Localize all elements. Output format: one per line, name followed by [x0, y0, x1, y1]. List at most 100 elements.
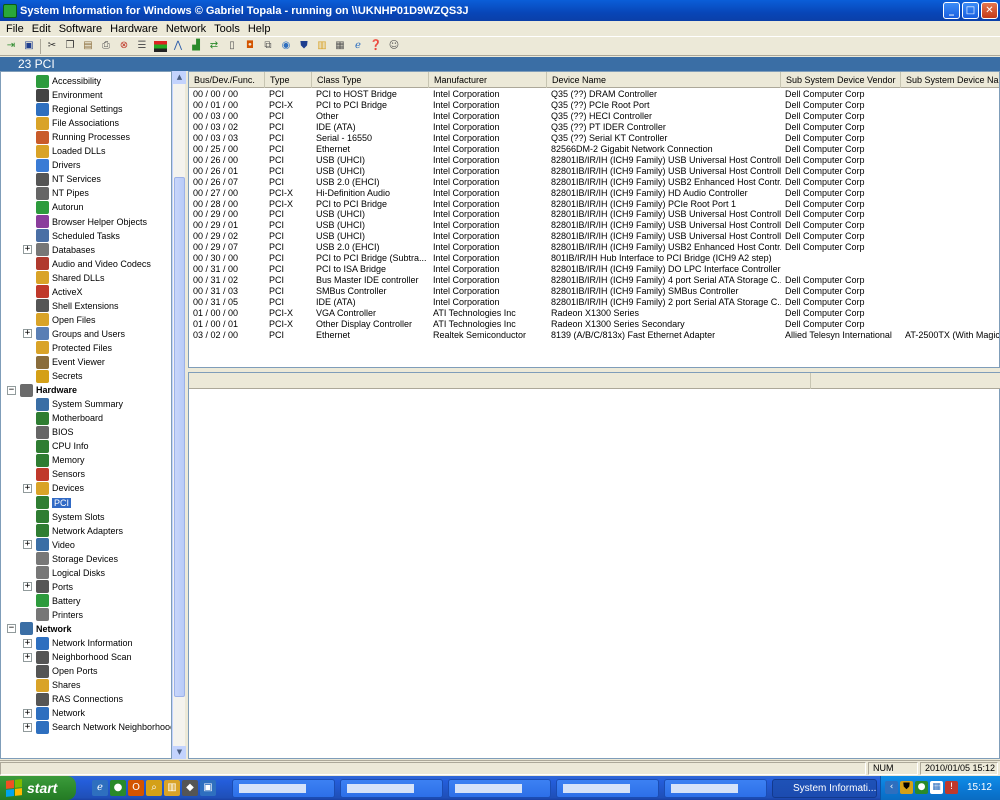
paste-icon[interactable]: ▤ [81, 39, 96, 54]
expand-icon[interactable]: + [23, 652, 32, 662]
tree-item-secrets[interactable]: Secrets [23, 369, 83, 383]
tree-item-logical-disks[interactable]: Logical Disks [23, 566, 105, 580]
help-icon[interactable]: ❓ [369, 39, 384, 54]
shield-icon[interactable]: ⛊ [297, 39, 312, 54]
detail-column-header[interactable] [189, 373, 811, 389]
tree-item-hardware[interactable]: − Hardware [7, 383, 77, 397]
tree-item-accessibility[interactable]: Accessibility [23, 74, 101, 88]
tree-item-system-summary[interactable]: System Summary [23, 397, 123, 411]
tree-item-activex[interactable]: ActiveX [23, 285, 83, 299]
collapse-icon[interactable]: − [7, 624, 16, 634]
table-row[interactable]: 00 / 26 / 00 PCI USB (UHCI) Intel Corporati… [189, 155, 999, 166]
menu-network[interactable]: Network [162, 23, 210, 35]
tree-item-nt-pipes[interactable]: NT Pipes [23, 186, 89, 200]
print-icon[interactable]: ⎙ [99, 39, 114, 54]
cut-icon[interactable]: ✂ [45, 39, 60, 54]
tree-item-audio-and-video-codecs[interactable]: Audio and Video Codecs [23, 257, 151, 271]
tray-security-icon[interactable]: ⛊ [900, 781, 913, 794]
tree-item-printers[interactable]: Printers [23, 608, 83, 622]
stop-icon[interactable]: ⊗ [117, 39, 132, 54]
scrollbar-thumb[interactable] [174, 177, 185, 697]
expand-icon[interactable]: + [23, 722, 32, 732]
tree-item-loaded-dlls[interactable]: Loaded DLLs [23, 144, 106, 158]
taskbar-item[interactable] [556, 779, 659, 798]
table-row[interactable]: 00 / 29 / 02 PCI USB (UHCI) Intel Corporati… [189, 231, 999, 242]
tree-item-cpu-info[interactable]: CPU Info [23, 439, 89, 453]
expand-icon[interactable]: + [23, 582, 32, 592]
tree-scrollbar[interactable]: ▲ ▼ [172, 71, 186, 759]
table-row[interactable]: 00 / 29 / 01 PCI USB (UHCI) Intel Corporati… [189, 220, 999, 231]
copy-icon[interactable]: ❐ [63, 39, 78, 54]
color-bars-icon[interactable] [153, 39, 168, 54]
taskbar-item-system-information[interactable]: System Informati... [772, 779, 877, 798]
table-row[interactable]: 00 / 31 / 05 PCI IDE (ATA) Intel Corporatio… [189, 297, 999, 308]
report-icon[interactable]: ☰ [135, 39, 150, 54]
tray-network-icon[interactable]: ‹ [885, 781, 898, 794]
tree-item-open-ports[interactable]: Open Ports [23, 664, 98, 678]
tree-item-devices[interactable]: + Devices [23, 481, 84, 495]
tree-item-scheduled-tasks[interactable]: Scheduled Tasks [23, 229, 120, 243]
start-button[interactable]: start [0, 776, 76, 800]
title-bar[interactable]: System Information for Windows © Gabriel… [0, 0, 1000, 21]
tray-monitor-icon[interactable]: ▦ [930, 781, 943, 794]
expand-icon[interactable]: + [23, 329, 32, 339]
tree-item-shares[interactable]: Shares [23, 678, 81, 692]
search-quicklaunch-icon[interactable]: ⌕ [146, 780, 162, 796]
tree-item-shared-dlls[interactable]: Shared DLLs [23, 271, 105, 285]
tree-item-nt-services[interactable]: NT Services [23, 172, 101, 186]
maximize-button[interactable]: □ [962, 2, 979, 19]
tree-item-network-information[interactable]: + Network Information [23, 636, 133, 650]
about-icon[interactable]: ☺ [387, 39, 402, 54]
minimize-button[interactable]: _ [943, 2, 960, 19]
app2-quicklaunch-icon[interactable]: ◆ [182, 780, 198, 796]
table-row[interactable]: 00 / 03 / 00 PCI Other Intel Corporation Q35… [189, 111, 999, 122]
table-row[interactable]: 00 / 03 / 03 PCI Serial - 16550 Intel Corpo… [189, 133, 999, 144]
monitor-icon[interactable]: ▦ [333, 39, 348, 54]
tree-item-environment[interactable]: Environment [23, 88, 103, 102]
table-row[interactable]: 03 / 02 / 00 PCI Ethernet Realtek Semicondu… [189, 330, 999, 341]
tree-item-databases[interactable]: + Databases [23, 243, 95, 257]
table-row[interactable]: 00 / 28 / 00 PCI-X PCI to PCI Bridge Intel … [189, 199, 999, 210]
table-row[interactable]: 00 / 26 / 01 PCI USB (UHCI) Intel Corporati… [189, 166, 999, 177]
app3-quicklaunch-icon[interactable]: ▣ [200, 780, 216, 796]
table-row[interactable]: 00 / 25 / 00 PCI Ethernet Intel Corporation… [189, 144, 999, 155]
globe-icon[interactable]: ◉ [279, 39, 294, 54]
folder-icon[interactable]: ▥ [315, 39, 330, 54]
table-row[interactable]: 00 / 31 / 03 PCI SMBus Controller Intel Cor… [189, 286, 999, 297]
table-row[interactable]: 00 / 31 / 00 PCI PCI to ISA Bridge Intel Co… [189, 264, 999, 275]
tree-item-ras-connections[interactable]: RAS Connections [23, 692, 123, 706]
tree-item-system-slots[interactable]: System Slots [23, 510, 105, 524]
tree-item-autorun[interactable]: Autorun [23, 200, 84, 214]
tree-item-shell-extensions[interactable]: Shell Extensions [23, 299, 119, 313]
tree-item-pci[interactable]: PCI [23, 496, 72, 510]
refresh-icon[interactable]: ⇄ [207, 39, 222, 54]
folder-quicklaunch-icon[interactable]: ▥ [164, 780, 180, 796]
tree-item-open-files[interactable]: Open Files [23, 313, 96, 327]
graph-icon[interactable]: ⋀ [171, 39, 186, 54]
taskbar-item[interactable] [340, 779, 443, 798]
chart-icon[interactable]: ▟ [189, 39, 204, 54]
tree-item-running-processes[interactable]: Running Processes [23, 130, 130, 144]
table-row[interactable]: 00 / 26 / 07 PCI USB 2.0 (EHCI) Intel Corpo… [189, 177, 999, 188]
table-row[interactable]: 01 / 00 / 00 PCI-X VGA Controller ATI Techn… [189, 308, 999, 319]
tree-item-network[interactable]: − Network [7, 622, 72, 636]
app-quicklaunch-icon[interactable]: ● [110, 780, 126, 796]
taskbar-item[interactable] [232, 779, 335, 798]
expand-icon[interactable]: + [23, 483, 32, 493]
tree-item-motherboard[interactable]: Motherboard [23, 411, 103, 425]
tree-item-bios[interactable]: BIOS [23, 425, 74, 439]
exit-icon[interactable]: ⇥ [4, 39, 19, 54]
office-icon[interactable]: ◘ [243, 39, 258, 54]
tree-item-file-associations[interactable]: File Associations [23, 116, 119, 130]
menu-hardware[interactable]: Hardware [106, 23, 162, 35]
tree-item-memory[interactable]: Memory [23, 453, 85, 467]
menu-software[interactable]: Software [55, 23, 106, 35]
table-row[interactable]: 00 / 29 / 00 PCI USB (UHCI) Intel Corporati… [189, 209, 999, 220]
column-header[interactable]: Manufacturer [429, 72, 547, 88]
tree-item-neighborhood-scan[interactable]: + Neighborhood Scan [23, 650, 132, 664]
expand-icon[interactable]: + [23, 708, 32, 718]
taskbar-item[interactable] [448, 779, 551, 798]
expand-icon[interactable]: + [23, 245, 32, 255]
table-row[interactable]: 00 / 31 / 02 PCI Bus Master IDE controller… [189, 275, 999, 286]
table-row[interactable]: 00 / 27 / 00 PCI-X Hi-Definition Audio Inte… [189, 188, 999, 199]
